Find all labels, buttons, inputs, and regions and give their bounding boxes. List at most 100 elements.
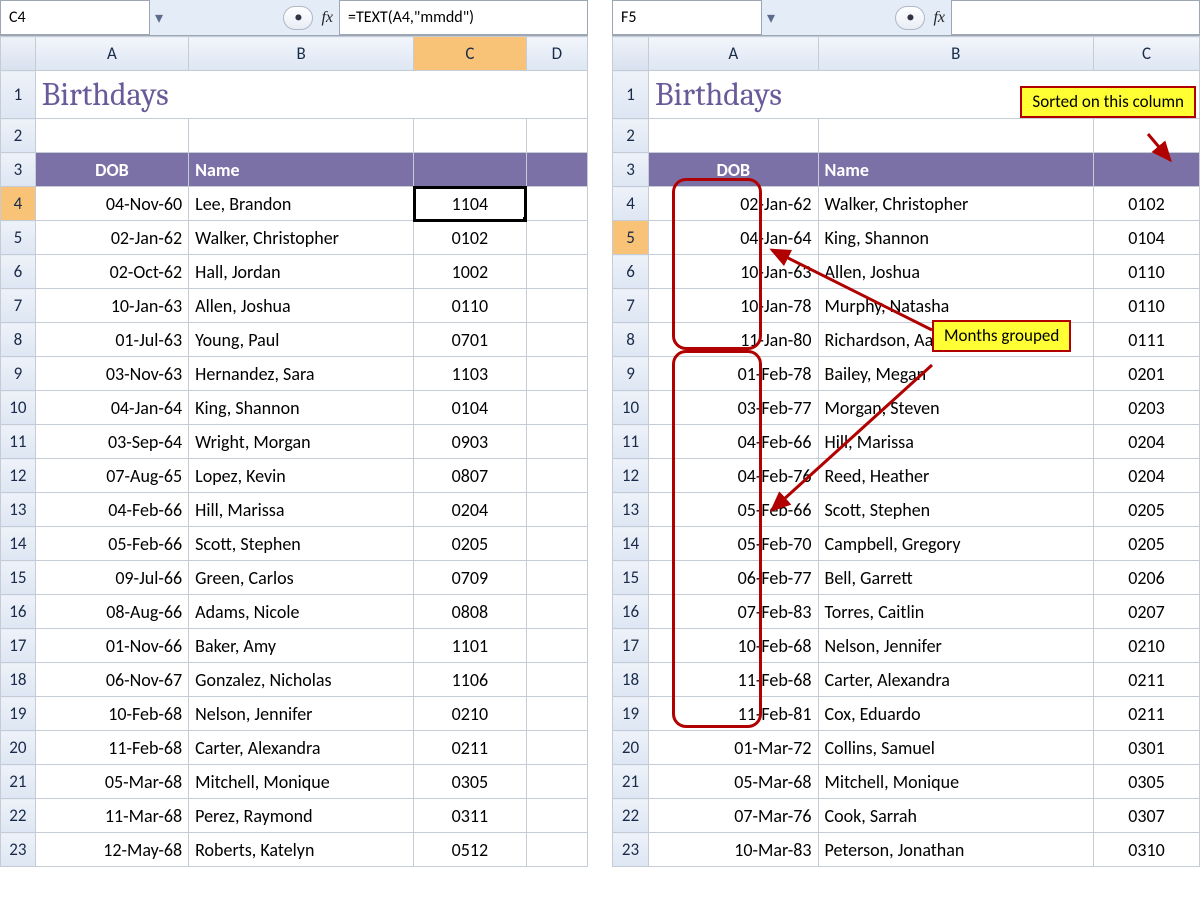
cell-mmdd[interactable]: 0211 — [414, 731, 526, 765]
col-header-C[interactable]: C — [1094, 37, 1200, 71]
cell-dob[interactable]: 04-Jan-64 — [35, 391, 188, 425]
cell-mmdd[interactable]: 0512 — [414, 833, 526, 867]
cell[interactable] — [526, 289, 587, 323]
cell-dob[interactable]: 01-Jul-63 — [35, 323, 188, 357]
cell-dob[interactable]: 10-Jan-78 — [649, 289, 819, 323]
cell-name[interactable]: Reed, Heather — [818, 459, 1093, 493]
sheet-title[interactable]: Birthdays — [35, 71, 587, 119]
cell[interactable] — [526, 255, 587, 289]
cell-name[interactable]: Adams, Nicole — [189, 595, 414, 629]
cell-name[interactable]: Carter, Alexandra — [189, 731, 414, 765]
cell-mmdd[interactable]: 0305 — [414, 765, 526, 799]
row-header[interactable]: 6 — [613, 255, 649, 289]
table-header-name[interactable]: Name — [189, 153, 414, 187]
cell[interactable] — [526, 459, 587, 493]
cell-name[interactable]: Hernandez, Sara — [189, 357, 414, 391]
cell-name[interactable]: Allen, Joshua — [189, 289, 414, 323]
row-header[interactable]: 3 — [613, 153, 649, 187]
row-header[interactable]: 9 — [1, 357, 36, 391]
cell-name[interactable]: Young, Paul — [189, 323, 414, 357]
cell[interactable] — [526, 527, 587, 561]
cell[interactable] — [526, 731, 587, 765]
col-header-D[interactable]: D — [526, 37, 587, 71]
row-header[interactable]: 6 — [1, 255, 36, 289]
table-header-blank[interactable] — [526, 153, 587, 187]
cell-dob[interactable]: 07-Feb-83 — [649, 595, 819, 629]
cell-mmdd[interactable]: 1101 — [414, 629, 526, 663]
cell-name[interactable]: Hall, Jordan — [189, 255, 414, 289]
cell-name[interactable]: Hill, Marissa — [189, 493, 414, 527]
cell-dob[interactable]: 12-May-68 — [35, 833, 188, 867]
cell-name[interactable]: Scott, Stephen — [189, 527, 414, 561]
table-header-name[interactable]: Name — [818, 153, 1093, 187]
cell-dob[interactable]: 10-Feb-68 — [35, 697, 188, 731]
cell-mmdd[interactable]: 0204 — [1094, 459, 1200, 493]
cell-name[interactable]: King, Shannon — [189, 391, 414, 425]
cell-name[interactable]: Green, Carlos — [189, 561, 414, 595]
cell-dob[interactable]: 01-Nov-66 — [35, 629, 188, 663]
col-header-C[interactable]: C — [414, 37, 526, 71]
cell-dob[interactable]: 10-Feb-68 — [649, 629, 819, 663]
row-header[interactable]: 23 — [613, 833, 649, 867]
cell-mmdd[interactable]: 0110 — [1094, 255, 1200, 289]
cell-mmdd[interactable]: 0808 — [414, 595, 526, 629]
cell-dob[interactable]: 11-Jan-80 — [649, 323, 819, 357]
row-header[interactable]: 7 — [1, 289, 36, 323]
cell-dob[interactable]: 04-Jan-64 — [649, 221, 819, 255]
namebox-dropdown-icon[interactable]: ▾ — [150, 0, 168, 35]
cell-dob[interactable]: 11-Mar-68 — [35, 799, 188, 833]
cell-mmdd[interactable]: 1106 — [414, 663, 526, 697]
formula-input[interactable]: =TEXT(A4,"mmdd") — [339, 0, 588, 35]
cell-mmdd[interactable]: 0307 — [1094, 799, 1200, 833]
cell-mmdd[interactable]: 0211 — [1094, 697, 1200, 731]
cell[interactable] — [526, 595, 587, 629]
cell-mmdd[interactable]: 0201 — [1094, 357, 1200, 391]
cell[interactable] — [526, 119, 587, 153]
row-header[interactable]: 9 — [613, 357, 649, 391]
row-header[interactable]: 16 — [1, 595, 36, 629]
cell-dob[interactable]: 07-Aug-65 — [35, 459, 188, 493]
cell-mmdd[interactable]: 1103 — [414, 357, 526, 391]
cell-dob[interactable]: 11-Feb-68 — [649, 663, 819, 697]
cell-name[interactable]: Wright, Morgan — [189, 425, 414, 459]
cell-dob[interactable]: 10-Jan-63 — [35, 289, 188, 323]
cell-dob[interactable]: 02-Jan-62 — [35, 221, 188, 255]
cell-name[interactable]: Bailey, Megan — [818, 357, 1093, 391]
row-header[interactable]: 11 — [613, 425, 649, 459]
table-header-dob[interactable]: DOB — [649, 153, 819, 187]
cell-dob[interactable]: 06-Feb-77 — [649, 561, 819, 595]
cell[interactable] — [526, 697, 587, 731]
cell-name[interactable]: Peterson, Jonathan — [818, 833, 1093, 867]
cell[interactable] — [818, 119, 1093, 153]
row-header[interactable]: 12 — [1, 459, 36, 493]
fx-button-icon[interactable]: ● — [283, 6, 313, 30]
cell-mmdd[interactable]: 0204 — [414, 493, 526, 527]
select-all-corner[interactable] — [613, 37, 649, 71]
cell-name[interactable]: Murphy, Natasha — [818, 289, 1093, 323]
cell-name[interactable]: Hill, Marissa — [818, 425, 1093, 459]
cell-mmdd[interactable]: 0903 — [414, 425, 526, 459]
row-header[interactable]: 4 — [1, 187, 36, 221]
cell-dob[interactable]: 02-Oct-62 — [35, 255, 188, 289]
cell-name[interactable]: Carter, Alexandra — [818, 663, 1093, 697]
cell[interactable] — [526, 391, 587, 425]
cell-dob[interactable]: 08-Aug-66 — [35, 595, 188, 629]
row-header[interactable]: 4 — [613, 187, 649, 221]
col-header-B[interactable]: B — [189, 37, 414, 71]
cell-dob[interactable]: 05-Mar-68 — [649, 765, 819, 799]
name-box[interactable]: C4 — [0, 0, 150, 35]
cell-name[interactable]: Scott, Stephen — [818, 493, 1093, 527]
cell[interactable] — [526, 493, 587, 527]
row-header[interactable]: 23 — [1, 833, 36, 867]
cell-name[interactable]: Cox, Eduardo — [818, 697, 1093, 731]
row-header[interactable]: 13 — [613, 493, 649, 527]
cell-name[interactable]: Allen, Joshua — [818, 255, 1093, 289]
cell-mmdd[interactable]: 0301 — [1094, 731, 1200, 765]
col-header-A[interactable]: A — [35, 37, 188, 71]
cell[interactable] — [1094, 119, 1200, 153]
cell[interactable] — [649, 119, 819, 153]
cell-mmdd[interactable]: 0110 — [414, 289, 526, 323]
table-header-blank[interactable] — [414, 153, 526, 187]
cell-dob[interactable]: 03-Sep-64 — [35, 425, 188, 459]
row-header[interactable]: 5 — [1, 221, 36, 255]
